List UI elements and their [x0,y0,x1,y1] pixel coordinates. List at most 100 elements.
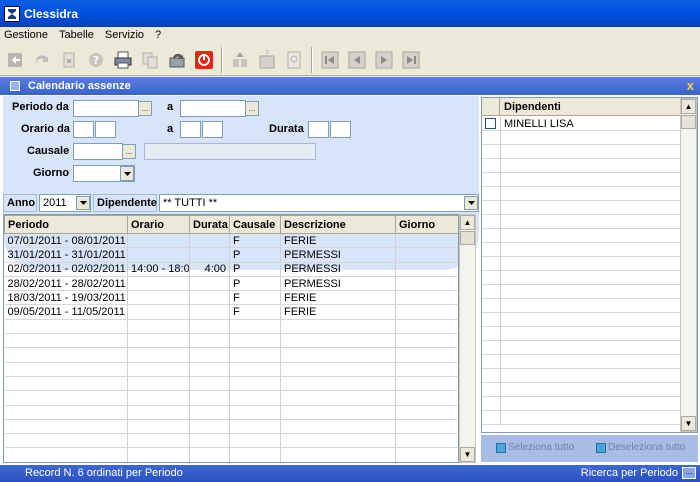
periodo-da-input[interactable] [73,100,139,117]
table-row[interactable]: 18/03/2011 - 19/03/2011 F FERIE [4,290,458,306]
menu-gestione[interactable]: Gestione [4,29,48,41]
list-item[interactable] [482,285,681,299]
orario-a-minutes-input[interactable] [202,121,223,138]
list-item[interactable] [482,131,681,145]
table-cell [189,376,230,392]
column-header-descrizione[interactable]: Descrizione [280,215,396,234]
refresh-icon[interactable] [30,48,53,71]
table-row[interactable] [4,419,458,435]
new-icon[interactable] [3,48,26,71]
column-header-causale[interactable]: Causale [229,215,281,234]
scroll-up-icon[interactable]: ▲ [681,99,696,114]
power-icon[interactable] [192,48,215,71]
toolbar: ? ? [0,44,700,76]
table-row[interactable]: 07/01/2011 - 08/01/2011 F FERIE [4,233,458,249]
chevron-down-icon[interactable] [76,196,90,210]
chevron-down-icon[interactable] [464,196,478,210]
scroll-down-icon[interactable]: ▼ [460,447,475,462]
column-header-periodo[interactable]: Periodo [4,215,128,234]
table-scrollbar[interactable]: ▲ ▼ [459,214,476,463]
delete-icon[interactable] [57,48,80,71]
last-icon[interactable] [399,48,422,71]
table-row[interactable] [4,405,458,420]
durata-minutes-input[interactable] [330,121,351,138]
list-item[interactable] [482,397,681,411]
scroll-thumb[interactable] [681,115,696,129]
list-item[interactable] [482,173,681,187]
dipendente-select[interactable]: ** TUTTI ** [159,194,479,212]
table-row[interactable] [4,333,458,349]
print-icon[interactable] [111,48,134,71]
copy-icon[interactable] [138,48,161,71]
table-row[interactable] [4,376,458,392]
table-cell [280,390,396,406]
navigate-icon[interactable] [228,48,251,71]
periodo-da-calendar-button[interactable]: ... [138,101,152,116]
list-item[interactable] [482,215,681,229]
next-icon[interactable] [372,48,395,71]
table-row[interactable]: 09/05/2011 - 11/05/2011 F FERIE [4,304,458,320]
causale-lookup-button[interactable]: ... [122,144,136,159]
column-header-durata[interactable]: Durata [189,215,230,234]
list-item[interactable] [482,271,681,285]
calculator-icon[interactable]: ? [255,48,278,71]
list-item[interactable] [482,229,681,243]
orario-da-minutes-input[interactable] [95,121,116,138]
scroll-thumb[interactable] [460,231,475,245]
anno-select[interactable]: 2011 [39,194,91,212]
menu-help[interactable]: ? [155,29,161,41]
table-cell [395,376,458,392]
list-item[interactable] [482,243,681,257]
table-row[interactable] [4,447,458,462]
scroll-up-icon[interactable]: ▲ [460,215,475,230]
orario-da-hours-input[interactable] [73,121,94,138]
list-item[interactable]: MINELLI LISA [482,117,681,131]
list-item[interactable] [482,159,681,173]
table-row[interactable]: 31/01/2011 - 31/01/2011 P PERMESSI [4,247,458,263]
list-item[interactable] [482,187,681,201]
menu-tabelle[interactable]: Tabelle [59,29,94,41]
deseleziona-tutto-button[interactable]: Deseleziona tutto [596,442,685,453]
list-item[interactable] [482,313,681,327]
orario-a-hours-input[interactable] [180,121,201,138]
list-item[interactable] [482,411,681,425]
table-row[interactable] [4,390,458,406]
list-item[interactable] [482,369,681,383]
durata-hours-input[interactable] [308,121,329,138]
help-icon[interactable]: ? [84,48,107,71]
first-icon[interactable] [318,48,341,71]
list-item[interactable] [482,383,681,397]
search-mode-button[interactable]: ... [682,467,696,479]
chevron-down-icon[interactable] [120,166,134,181]
table-row[interactable] [4,362,458,377]
table-row[interactable] [4,433,458,449]
list-item[interactable] [482,341,681,355]
periodo-a-input[interactable] [180,100,246,117]
search-icon[interactable] [282,48,305,71]
table-cell [395,419,458,435]
column-header-orario[interactable]: Orario [127,215,190,234]
list-item[interactable] [482,201,681,215]
periodo-a-calendar-button[interactable]: ... [245,101,259,116]
list-item[interactable] [482,355,681,369]
table-row[interactable]: 28/02/2011 - 28/02/2011 P PERMESSI [4,276,458,292]
employee-checkbox[interactable] [485,118,496,129]
dipendenti-scrollbar[interactable]: ▲ ▼ [680,98,697,432]
scroll-down-icon[interactable]: ▼ [681,416,696,431]
causale-input[interactable] [73,143,123,160]
column-divider [500,411,501,425]
list-item[interactable] [482,257,681,271]
prev-icon[interactable] [345,48,368,71]
list-item[interactable] [482,327,681,341]
list-item[interactable] [482,145,681,159]
close-icon[interactable]: x [687,79,694,92]
list-item[interactable] [482,299,681,313]
table-row[interactable] [4,347,458,363]
column-header-giorno[interactable]: Giorno [395,215,458,234]
menu-servizio[interactable]: Servizio [105,29,144,41]
table-row[interactable] [4,319,458,335]
undo-icon[interactable] [165,48,188,71]
table-row[interactable]: 02/02/2011 - 02/02/2011 14:00 - 18:00 4:00… [4,262,458,277]
seleziona-tutto-button[interactable]: Seleziona tutto [496,442,574,453]
table-cell: F [229,304,281,320]
